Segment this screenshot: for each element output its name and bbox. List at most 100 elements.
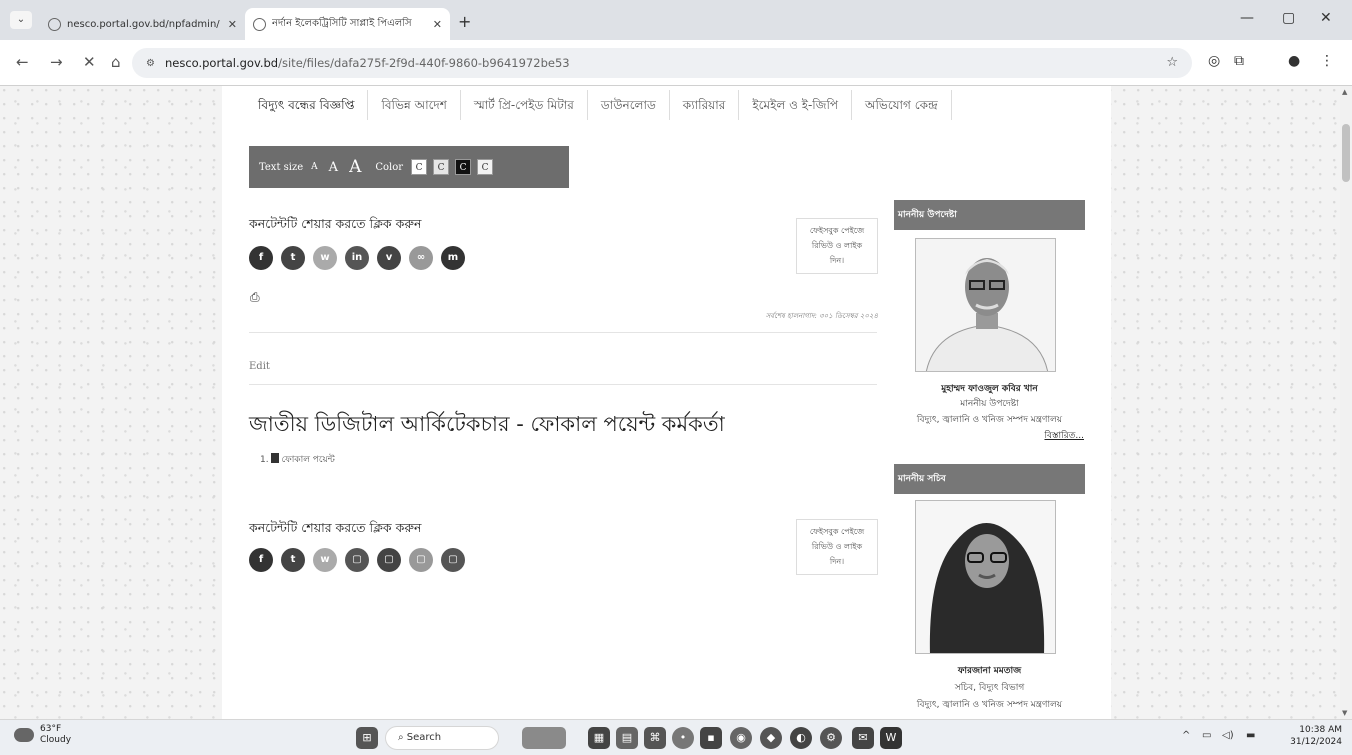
tab-search-button[interactable]: ⌄ — [10, 11, 32, 29]
twitter-share-button[interactable]: t — [281, 548, 305, 572]
mail-icon[interactable]: ✉ — [852, 727, 874, 749]
adviser-portrait-icon — [916, 239, 1055, 371]
print-icon[interactable]: ⎙ — [250, 290, 264, 304]
browser-menu-icon[interactable]: ⋮ — [1320, 53, 1334, 69]
new-tab-button[interactable]: + — [458, 12, 471, 31]
network-app-icon[interactable]: ⌘ — [644, 727, 666, 749]
twitter-share-button[interactable]: t — [281, 246, 305, 270]
display-icon[interactable]: ▭ — [1202, 730, 1211, 741]
minimize-icon[interactable]: — — [1240, 10, 1254, 26]
link-share-button[interactable]: ▢ — [409, 548, 433, 572]
cloud-icon — [14, 728, 34, 742]
share-heading: কনটেন্টটি শেয়ার করতে ক্লিক করুন — [249, 520, 422, 535]
restore-icon[interactable]: ▢ — [1282, 10, 1295, 26]
text-size-large-button[interactable]: A — [349, 157, 361, 177]
document-icon — [271, 453, 280, 463]
whatsapp-share-button[interactable]: w — [313, 548, 337, 572]
attachment-item[interactable]: 1. ফোকাল পয়েন্ট — [260, 452, 335, 467]
viber-share-button[interactable]: v — [377, 246, 401, 270]
color-swatch-light[interactable]: C — [433, 159, 450, 175]
close-tab-icon[interactable]: ✕ — [433, 18, 442, 31]
profile-avatar-icon[interactable]: ● — [1288, 53, 1300, 69]
extension-icon[interactable]: ◎ — [1208, 53, 1220, 69]
store-icon[interactable]: ▪ — [700, 727, 722, 749]
facebook-review-box[interactable]: ফেইসবুক পেইজে রিভিউ ও লাইক দিন। — [796, 218, 878, 274]
weather-widget[interactable]: 63°F Cloudy — [14, 724, 71, 746]
scroll-up-icon[interactable]: ▲ — [1342, 88, 1347, 96]
accessibility-toolbar: Text size A A A Color C C C C — [249, 146, 569, 188]
linkedin-share-button[interactable]: ▢ — [345, 548, 369, 572]
file-explorer-icon[interactable]: ▤ — [616, 727, 638, 749]
last-updated-text: সর্বশেষ হালনাগাদ: ৩০১ ডিসেম্বর ২০২৪ — [765, 312, 878, 320]
text-size-medium-button[interactable]: A — [329, 160, 338, 175]
scroll-down-icon[interactable]: ▼ — [1342, 709, 1347, 717]
text-size-label: Text size — [259, 161, 304, 173]
taskbar-search[interactable]: ⌕ Search — [385, 726, 499, 750]
browser-tab[interactable]: nesco.portal.gov.bd/npfadmin/ ✕ — [40, 8, 245, 40]
whatsapp-share-button[interactable]: w — [313, 246, 337, 270]
page-viewport: বিদ্যুৎ বন্ধের বিজ্ঞপ্তি বিভিন্ন আদেশ স্… — [0, 86, 1340, 719]
link-share-button[interactable]: ∞ — [409, 246, 433, 270]
menu-item-smart-prepaid-meter[interactable]: স্মার্ট প্রি-পেইড মিটার — [461, 90, 588, 120]
word-icon[interactable]: W — [880, 727, 902, 749]
site-favicon-icon — [253, 17, 266, 31]
facebook-box-line: দিন। — [829, 557, 845, 566]
adviser-details-link[interactable]: বিস্তারিত... — [1044, 428, 1084, 443]
messenger-share-button[interactable]: ▢ — [441, 548, 465, 572]
task-view-icon[interactable]: ▦ — [588, 727, 610, 749]
color-swatch-dark[interactable]: C — [455, 159, 472, 175]
forward-icon[interactable]: → — [50, 53, 63, 71]
adviser-photo — [915, 238, 1056, 372]
show-hidden-icons-icon[interactable]: ^ — [1182, 730, 1190, 741]
volume-icon[interactable]: ◁) — [1222, 730, 1234, 741]
page-title: জাতীয় ডিজিটাল আর্কিটেকচার - ফোকাল পয়েন… — [249, 412, 725, 436]
facebook-share-button[interactable]: f — [249, 246, 273, 270]
secretary-ministry: বিদ্যুৎ, জ্বালানি ও খনিজ সম্পদ মন্ত্রণাল… — [916, 700, 1063, 710]
page-scrollbar[interactable]: ▲ ▼ — [1340, 86, 1352, 719]
viber-share-button[interactable]: ▢ — [377, 548, 401, 572]
divider — [249, 332, 877, 333]
color-swatch-white[interactable]: C — [411, 159, 428, 175]
menu-item-career[interactable]: ক্যারিয়ার — [670, 90, 740, 120]
adviser-header: মাননীয় উপদেষ্টা — [894, 200, 1085, 230]
clock-time: 10:38 AM — [1299, 725, 1342, 735]
menu-item-download[interactable]: ডাউনলোড — [588, 90, 670, 120]
site-info-icon[interactable]: ⚙ — [146, 58, 155, 69]
menu-item-outage-notice[interactable]: বিদ্যুৎ বন্ধের বিজ্ঞপ্তি — [244, 90, 369, 120]
facebook-review-box[interactable]: ফেইসবুক পেইজে রিভিউ ও লাইক দিন। — [796, 519, 878, 575]
attachment-link[interactable]: ফোকাল পয়েন্ট — [281, 455, 334, 465]
url-bar[interactable]: ⚙ nesco.portal.gov.bd/site/files/dafa275… — [132, 48, 1192, 78]
share-buttons: f t w ▢ ▢ ▢ ▢ — [249, 548, 465, 572]
puzzle-extensions-icon[interactable]: ⧉ — [1234, 53, 1244, 69]
scrollbar-thumb[interactable] — [1342, 124, 1350, 182]
chrome-icon[interactable]: ◉ — [730, 727, 752, 749]
battery-icon[interactable]: ▬ — [1246, 730, 1255, 741]
content-page: বিদ্যুৎ বন্ধের বিজ্ঞপ্তি বিভিন্ন আদেশ স্… — [222, 86, 1111, 719]
menu-item-complaint-center[interactable]: অভিযোগ কেন্দ্র — [852, 90, 952, 120]
copilot-widget-icon[interactable] — [522, 727, 566, 749]
linkedin-share-button[interactable]: in — [345, 246, 369, 270]
edit-link[interactable]: Edit — [249, 361, 270, 372]
bookmark-star-icon[interactable]: ☆ — [1166, 55, 1178, 70]
windows-start-icon[interactable]: ⊞ — [356, 727, 378, 749]
facebook-share-button[interactable]: f — [249, 548, 273, 572]
close-tab-icon[interactable]: ✕ — [228, 18, 237, 31]
browser-tab-active[interactable]: নর্দান ইলেকট্রিসিটি সাপ্লাই পিএলসি ✕ — [245, 8, 450, 40]
home-icon[interactable]: ⌂ — [111, 53, 121, 71]
settings-app-icon[interactable]: ⚙ — [820, 727, 842, 749]
app-icon[interactable]: ◆ — [760, 727, 782, 749]
system-clock[interactable]: 10:38 AM 31/12/2024 — [1290, 724, 1342, 748]
clock-date: 31/12/2024 — [1290, 737, 1342, 747]
back-icon[interactable]: ← — [16, 53, 29, 71]
url-host: nesco.portal.gov.bd — [164, 56, 279, 70]
text-size-small-button[interactable]: A — [311, 162, 318, 172]
close-window-icon[interactable]: ✕ — [1320, 10, 1332, 26]
facebook-box-line: রিভিউ ও লাইক — [811, 241, 863, 250]
menu-item-orders[interactable]: বিভিন্ন আদেশ — [368, 90, 461, 120]
chat-icon[interactable]: • — [672, 727, 694, 749]
browser-app-icon[interactable]: ◐ — [790, 727, 812, 749]
color-swatch-grey[interactable]: C — [477, 159, 494, 175]
menu-item-email-egp[interactable]: ইমেইল ও ই-জিপি — [739, 90, 853, 120]
messenger-share-button[interactable]: m — [441, 246, 465, 270]
stop-loading-icon[interactable]: ✕ — [83, 53, 96, 71]
